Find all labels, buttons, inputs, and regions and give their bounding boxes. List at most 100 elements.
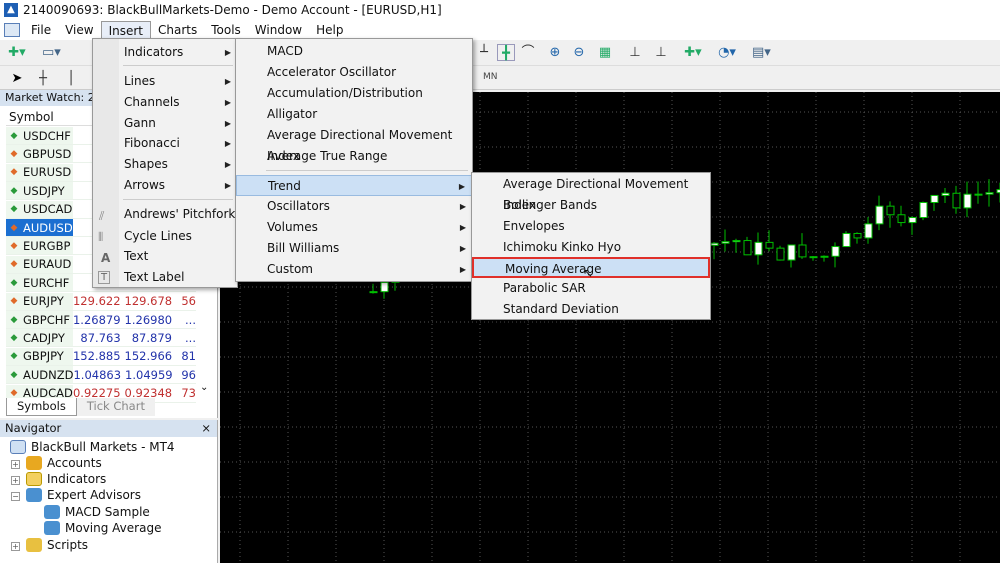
submenu-arrow-icon: ▶	[458, 182, 465, 191]
autoscroll-icon[interactable]: ⊥	[652, 44, 670, 61]
menu-item[interactable]: Bollinger Bands	[472, 195, 710, 216]
menu-item[interactable]: Custom ▶	[236, 259, 472, 280]
menu-item[interactable]: Text	[93, 246, 237, 267]
market-watch-row[interactable]: ◆ GBPCHF 1.26879 1.26980...	[6, 311, 196, 329]
tab-symbols[interactable]: Symbols	[6, 398, 77, 416]
timeframe-mn[interactable]: MN	[483, 72, 498, 82]
nav-root[interactable]: BlackBull Markets - MT4	[10, 439, 175, 455]
menu-item[interactable]: Cycle Lines	[93, 226, 237, 247]
collapse-icon[interactable]: −	[11, 492, 20, 501]
symbol: USDJPY	[23, 183, 65, 198]
menu-window[interactable]: Window	[248, 21, 309, 39]
title-bar: ▲ 2140090693: BlackBullMarkets-Demo - De…	[0, 0, 1000, 20]
menu-item[interactable]: MACD	[236, 41, 472, 62]
menu-item[interactable]: Shapes ▶	[93, 154, 237, 175]
menu-item[interactable]: Average True Range	[236, 146, 472, 167]
menu-item[interactable]: Envelopes	[472, 216, 710, 237]
periods-icon[interactable]: ◔▾	[718, 44, 736, 61]
menu-item[interactable]: Average Directional Movement Index	[236, 125, 472, 163]
menu-item[interactable]: Parabolic SAR	[472, 278, 710, 299]
scroll-down-icon[interactable]: ⌄	[200, 382, 208, 393]
menu-item[interactable]: Channels ▶	[93, 92, 237, 113]
candle	[853, 232, 862, 239]
menu-item[interactable]: Accumulation/Distribution	[236, 83, 472, 104]
menu-insert[interactable]: Insert	[100, 21, 151, 39]
nav-moving-average[interactable]: Moving Average	[44, 520, 161, 536]
menu-item[interactable]: Average Directional Movement Index	[472, 174, 710, 212]
bar-chart-icon[interactable]: ┴	[475, 44, 493, 61]
menu-item[interactable]: Gann ▶	[93, 113, 237, 134]
chart-window-icon[interactable]	[4, 23, 20, 37]
nav-scripts[interactable]: Scripts	[26, 537, 88, 553]
close-icon[interactable]: ×	[201, 420, 211, 437]
ask: 152.966	[124, 349, 173, 364]
candle	[930, 194, 939, 203]
candlestick-icon[interactable]: ╋	[497, 44, 515, 61]
menu-item[interactable]: Accelerator Oscillator	[236, 62, 472, 83]
menu-item[interactable]: Lines ▶	[93, 71, 237, 92]
cursor-icon[interactable]: ➤	[8, 70, 26, 87]
menu-help[interactable]: Help	[309, 21, 350, 39]
spread: ...	[185, 312, 196, 327]
menu-item[interactable]: Volumes ▶	[236, 217, 472, 238]
market-watch-row[interactable]: ◆ GBPJPY 152.885 152.966 81	[6, 347, 196, 366]
new-chart-icon[interactable]: ✚▾	[8, 44, 26, 61]
vertical-line-icon[interactable]: │	[62, 70, 80, 87]
arrow-up-icon: ◆	[10, 369, 18, 380]
menu-item[interactable]: Oscillators ▶	[236, 196, 472, 217]
menu-view[interactable]: View	[58, 21, 100, 39]
symbol: USDCAD	[23, 202, 73, 217]
nav-expert-advisors[interactable]: Expert Advisors	[26, 487, 141, 503]
tab-tick-chart[interactable]: Tick Chart	[76, 398, 155, 416]
menu-tools[interactable]: Tools	[204, 21, 248, 39]
navigator-title: Navigator	[5, 421, 62, 435]
menu-item[interactable]: Fibonacci ▶	[93, 133, 237, 154]
arrow-up-icon: ◆	[10, 185, 18, 196]
chart-shift-icon[interactable]: ⊥	[626, 44, 644, 61]
nav-indicators[interactable]: Indicators	[26, 471, 106, 487]
menu-item[interactable]: Standard Deviation	[472, 299, 710, 320]
menu-item[interactable]: Indicators ▶	[93, 42, 237, 63]
crosshair-icon[interactable]: ┼	[34, 70, 52, 87]
menu-file[interactable]: File	[24, 21, 58, 39]
market-watch-row[interactable]: ◆ EURJPY 129.622 129.678 56	[6, 292, 196, 311]
templates-icon[interactable]: ▤▾	[752, 44, 771, 61]
zoom-in-icon[interactable]: ⊕	[546, 44, 564, 61]
arrow-up-icon: ◆	[10, 351, 18, 362]
ask: 1.04959	[125, 367, 173, 382]
arrow-down-icon: ◆	[10, 240, 18, 251]
zoom-out-icon[interactable]: ⊖	[570, 44, 588, 61]
submenu-arrow-icon: ▶	[224, 98, 231, 107]
menu-item[interactable]: Arrows ▶	[93, 175, 237, 196]
ask: 129.678	[124, 294, 173, 309]
line-chart-icon[interactable]: ⌒	[519, 44, 537, 61]
nav-accounts[interactable]: Accounts	[26, 455, 102, 471]
market-watch-row[interactable]: ◆ AUDNZD 1.04863 1.04959 96	[6, 366, 196, 385]
menu-item[interactable]: Ichimoku Kinko Hyo	[472, 237, 710, 258]
profiles-icon[interactable]: ▭▾	[42, 44, 61, 61]
bid: 152.885	[72, 349, 121, 364]
submenu-arrow-icon: ▶	[459, 265, 466, 274]
candle	[919, 201, 928, 219]
symbol: EURCHF	[23, 275, 70, 290]
spread: 81	[181, 349, 196, 364]
submenu-arrow-icon: ▶	[224, 48, 231, 57]
indicators-icon[interactable]: ✚▾	[684, 44, 702, 61]
market-watch-row[interactable]: ◆ CADJPY 87.763 87.879...	[6, 329, 196, 348]
nav-macd-sample[interactable]: MACD Sample	[44, 504, 150, 520]
menu-separator	[123, 199, 233, 200]
menu-item[interactable]: Alligator	[236, 104, 472, 125]
menu-item[interactable]: Trend ▶	[236, 175, 472, 196]
tile-windows-icon[interactable]: ▦	[596, 44, 614, 61]
expand-icon[interactable]: +	[11, 542, 20, 551]
symbol: GBPCHF	[23, 312, 71, 327]
menu-item[interactable]: Text Label	[93, 267, 237, 288]
menu-charts[interactable]: Charts	[151, 21, 204, 39]
menu-item[interactable]: Andrews' Pitchfork	[93, 204, 237, 225]
submenu-arrow-icon: ▶	[224, 160, 231, 169]
expert-icon	[44, 521, 60, 535]
expand-icon[interactable]: +	[11, 460, 20, 469]
expand-icon[interactable]: +	[11, 476, 20, 485]
menu-item[interactable]: Bill Williams ▶	[236, 238, 472, 259]
mouse-cursor-icon: ↖	[583, 266, 594, 280]
